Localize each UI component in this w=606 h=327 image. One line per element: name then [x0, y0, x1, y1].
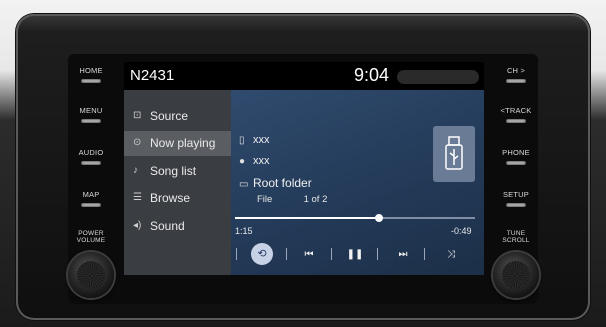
now-playing-panel: ▯ xxx ● xxx ▭ Root folder File 1 of 2 1:… — [231, 90, 484, 275]
usb-icon — [433, 126, 475, 182]
pause-button[interactable]: ❚❚ — [343, 245, 367, 265]
phone-button-key — [506, 161, 526, 165]
tune-scroll-knob[interactable] — [493, 252, 539, 298]
play-circle-icon: ⊙ — [133, 137, 142, 148]
repeat-button[interactable]: ⟲ — [251, 243, 273, 265]
control-divider — [236, 248, 237, 260]
map-button-key — [81, 203, 101, 207]
file-position: 1 of 2 — [303, 194, 328, 205]
file-position-row: File 1 of 2 — [257, 194, 327, 205]
tune-scroll-label: TUNE SCROLL — [502, 230, 530, 244]
sidebar-item-source[interactable]: ⊡ Source — [124, 104, 231, 129]
status-bar: N2431 9:04 — [124, 62, 484, 90]
control-divider — [331, 248, 332, 260]
sidebar-item-sound[interactable]: ◂) Sound — [124, 214, 231, 239]
display-screen: N2431 9:04 ⊡ Source ⊙ Now playing ♪ Song… — [124, 62, 484, 275]
audio-button[interactable]: AUDIO — [63, 148, 119, 165]
control-divider — [424, 248, 425, 260]
home-button[interactable]: HOME — [63, 66, 119, 83]
progress-bar[interactable] — [235, 214, 475, 222]
next-track-button[interactable]: ⏭ — [391, 245, 415, 265]
sidebar-item-label: Song list — [150, 164, 197, 178]
folder-icon: ▭ — [239, 179, 249, 190]
setup-button-key — [506, 203, 526, 207]
speaker-icon: ◂) — [133, 220, 142, 231]
track-title: xxx — [253, 134, 270, 146]
track-button-key — [506, 119, 526, 123]
remaining-time: -0:49 — [451, 226, 472, 236]
sidebar-item-song-list[interactable]: ♪ Song list — [124, 159, 231, 184]
browse-icon: ☰ — [133, 192, 142, 203]
file-icon: ▯ — [239, 135, 245, 146]
menu-button[interactable]: MENU — [63, 106, 119, 123]
sidebar-item-label: Sound — [150, 219, 185, 233]
sidebar-item-now-playing[interactable]: ⊙ Now playing — [124, 131, 231, 156]
map-button[interactable]: MAP — [63, 190, 119, 207]
shuffle-icon: ⤨ — [447, 249, 455, 260]
progress-fill — [235, 217, 379, 219]
track-title-row: ▯ xxx — [239, 134, 270, 146]
map-button-label: MAP — [82, 190, 100, 199]
channel-button-label: CH > — [506, 66, 526, 75]
control-divider — [377, 248, 378, 260]
audio-button-key — [81, 161, 101, 165]
home-button-key — [81, 79, 101, 83]
audio-button-label: AUDIO — [78, 148, 104, 157]
song-list-icon: ♪ — [133, 165, 138, 176]
repeat-icon: ⟲ — [257, 248, 267, 260]
previous-track-icon: ⏮ — [304, 249, 314, 260]
track-button[interactable]: <TRACK — [488, 106, 544, 123]
menu-button-label: MENU — [79, 106, 103, 115]
track-button-label: <TRACK — [500, 106, 532, 115]
next-track-icon: ⏭ — [398, 249, 408, 260]
folder-row: ▭ Root folder — [239, 176, 312, 190]
station-label: N2431 — [130, 67, 175, 84]
channel-button-key — [506, 79, 526, 83]
progress-thumb[interactable] — [375, 214, 383, 222]
pause-icon: ❚❚ — [346, 249, 364, 260]
sidebar-item-browse[interactable]: ☰ Browse — [124, 186, 231, 211]
shuffle-button[interactable]: ⤨ — [439, 245, 463, 265]
control-divider — [286, 248, 287, 260]
source-icon: ⊡ — [133, 110, 142, 121]
person-icon: ● — [239, 156, 246, 167]
menu-button-key — [81, 119, 101, 123]
folder-name: Root folder — [253, 176, 312, 190]
status-pill — [397, 70, 479, 84]
elapsed-time: 1:15 — [235, 226, 253, 236]
sidebar-item-label: Now playing — [150, 136, 216, 150]
clock: 9:04 — [354, 65, 390, 85]
track-artist-row: ● xxx — [239, 155, 270, 167]
setup-button[interactable]: SETUP — [488, 190, 544, 207]
sidebar-item-label: Browse — [150, 191, 191, 205]
phone-button[interactable]: PHONE — [488, 148, 544, 165]
previous-track-button[interactable]: ⏮ — [297, 245, 321, 265]
sidebar-item-label: Source — [150, 109, 189, 123]
power-volume-label: POWER VOLUME — [76, 230, 106, 244]
setup-button-label: SETUP — [502, 190, 529, 199]
phone-button-label: PHONE — [502, 148, 530, 157]
track-artist: xxx — [253, 155, 270, 167]
channel-button[interactable]: CH > — [488, 66, 544, 83]
file-label: File — [257, 194, 273, 205]
home-button-label: HOME — [79, 66, 103, 75]
sidebar-menu: ⊡ Source ⊙ Now playing ♪ Song list ☰ Bro… — [124, 90, 231, 275]
power-volume-knob[interactable] — [68, 252, 114, 298]
